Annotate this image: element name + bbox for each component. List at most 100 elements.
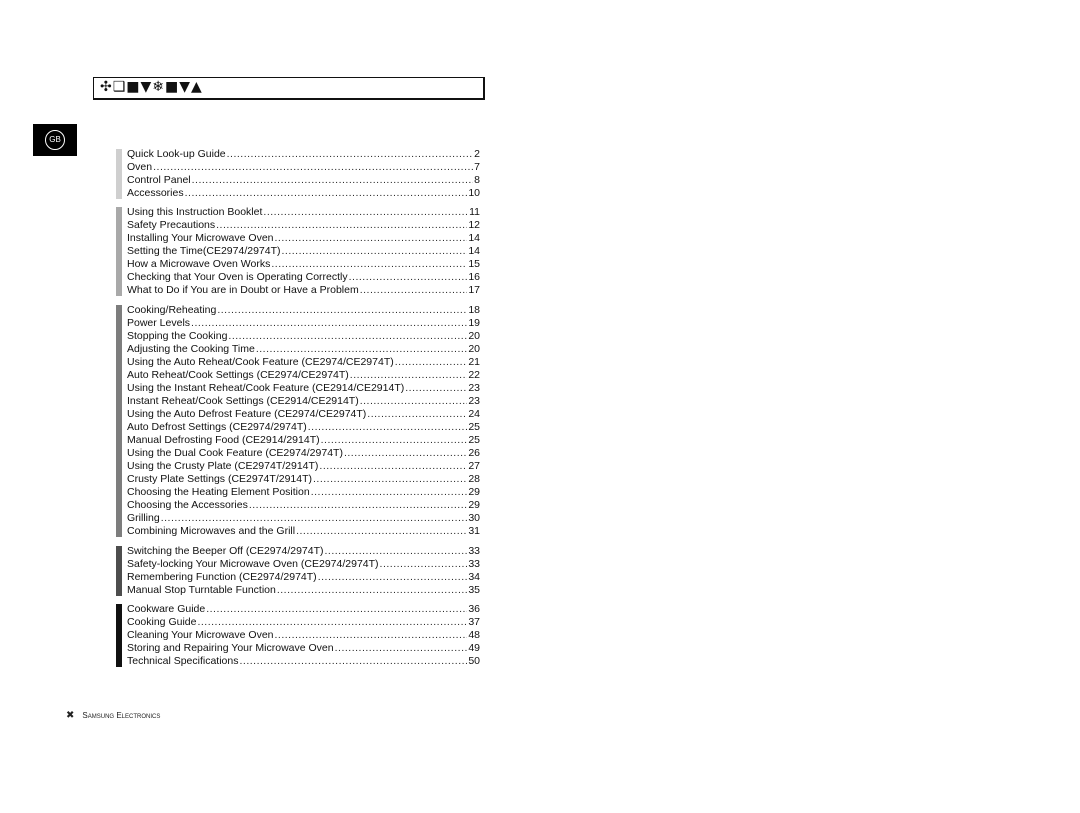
dot-leader xyxy=(161,512,468,525)
toc-entry[interactable]: Using the Auto Reheat/Cook Feature (CE29… xyxy=(127,356,480,369)
dot-leader xyxy=(192,174,474,187)
toc-entry[interactable]: Safety Precautions 12 xyxy=(127,219,480,232)
toc-entry[interactable]: Auto Reheat/Cook Settings (CE2974/CE2974… xyxy=(127,369,480,382)
footer: ✖ SAMSUNG ELECTRONICS xyxy=(66,710,160,721)
entry-page: 8 xyxy=(474,174,480,186)
entry-page: 28 xyxy=(468,473,480,485)
section-title-box: ✣❑■▼❄■▼▲ xyxy=(93,77,485,100)
entry-title: Manual Defrosting Food (CE2914/2914T) xyxy=(127,434,321,447)
toc-entry[interactable]: Storing and Repairing Your Microwave Ove… xyxy=(127,642,480,655)
toc-entry[interactable]: Remembering Function (CE2974/2974T) 34 xyxy=(127,571,480,584)
toc-entry[interactable]: Technical Specifications 50 xyxy=(127,655,480,668)
dot-leader xyxy=(318,571,468,584)
entry-page: 12 xyxy=(468,219,480,231)
entry-page: 30 xyxy=(468,512,480,524)
entry-page: 25 xyxy=(468,421,480,433)
toc-group: Quick Look-up Guide2Oven7Control Panel 8A… xyxy=(116,148,480,200)
entry-title: Cookware Guide xyxy=(127,603,207,616)
dot-leader xyxy=(296,525,467,538)
toc-entry[interactable]: Setting the Time(CE2974/2974T) 14 xyxy=(127,245,480,258)
toc-entry[interactable]: Combining Microwaves and the Grill 31 xyxy=(127,525,480,538)
dot-leader xyxy=(319,460,467,473)
toc-entry[interactable]: Switching the Beeper Off (CE2974/2974T) 3… xyxy=(127,545,480,558)
entry-page: 19 xyxy=(468,317,480,329)
toc-entry[interactable]: Choosing the Heating Element Position 29 xyxy=(127,486,480,499)
language-badge-label: GB xyxy=(45,130,65,150)
group-marker-bar xyxy=(116,207,122,296)
entry-page: 36 xyxy=(468,603,480,615)
entry-title: Setting the Time(CE2974/2974T) xyxy=(127,245,282,258)
toc-entry[interactable]: Cleaning Your Microwave Oven 48 xyxy=(127,629,480,642)
entry-title: Adjusting the Cooking Time xyxy=(127,343,256,356)
toc-entry[interactable]: Cooking Guide 37 xyxy=(127,616,480,629)
toc-entry[interactable]: Using the Dual Cook Feature (CE2974/2974… xyxy=(127,447,480,460)
dot-leader xyxy=(395,356,468,369)
entry-title: Quick Look-up Guide xyxy=(127,148,227,161)
toc-entry[interactable]: Checking that Your Oven is Operating Cor… xyxy=(127,271,480,284)
dot-leader xyxy=(405,382,467,395)
toc-entry[interactable]: Stopping the Cooking 20 xyxy=(127,330,480,343)
entry-title: Control Panel xyxy=(127,174,192,187)
toc-group: Cookware Guide 36Cooking Guide37Cleaning … xyxy=(116,603,480,668)
entry-title: Using the Crusty Plate (CE2974T/2914T) xyxy=(127,460,320,473)
entry-title: Combining Microwaves and the Grill xyxy=(127,525,297,538)
dot-leader xyxy=(275,232,468,245)
toc-entry[interactable]: Oven 7 xyxy=(127,161,480,174)
entry-page: 11 xyxy=(469,206,480,218)
dot-leader xyxy=(239,655,467,668)
entry-title: Safety Precautions xyxy=(127,219,217,232)
entry-title: Grilling xyxy=(127,512,161,525)
toc-entry[interactable]: Manual Stop Turntable Function 35 xyxy=(127,584,480,597)
group-marker-bar xyxy=(116,546,122,596)
entry-title: Cleaning Your Microwave Oven xyxy=(127,629,275,642)
toc-entry[interactable]: Choosing the Accessories 29 xyxy=(127,499,480,512)
entry-page: 10 xyxy=(468,187,480,199)
entry-page: 14 xyxy=(468,232,480,244)
dot-leader xyxy=(206,603,467,616)
entry-page: 31 xyxy=(468,525,480,537)
toc-entry[interactable]: Auto Defrost Settings (CE2974/2974T) 25 xyxy=(127,421,480,434)
entry-title: Manual Stop Turntable Function xyxy=(127,584,277,597)
entry-title: Technical Specifications xyxy=(127,655,240,668)
toc-entry[interactable]: Accessories 10 xyxy=(127,187,480,200)
language-badge: GB xyxy=(33,124,77,156)
dot-leader xyxy=(185,187,468,200)
toc-entry[interactable]: Grilling 30 xyxy=(127,512,480,525)
toc-entry[interactable]: Using this Instruction Booklet 11 xyxy=(127,206,480,219)
entry-title: Power Levels xyxy=(127,317,192,330)
toc-entry[interactable]: Installing Your Microwave Oven 14 xyxy=(127,232,480,245)
toc-entry[interactable]: Cookware Guide 36 xyxy=(127,603,480,616)
toc-entry[interactable]: What to Do if You are in Doubt or Have a… xyxy=(127,284,480,297)
entry-page: 29 xyxy=(468,499,480,511)
toc-entry[interactable]: Quick Look-up Guide 2 xyxy=(127,148,480,161)
dot-leader xyxy=(249,499,467,512)
entry-title: Cooking/Reheating xyxy=(127,304,218,317)
toc-entry[interactable]: Cooking/Reheating 18 xyxy=(127,304,480,317)
entry-title: Instant Reheat/Cook Settings (CE2914/CE2… xyxy=(127,395,360,408)
toc-entry[interactable]: Crusty Plate Settings (CE2974T/2914T) 28 xyxy=(127,473,480,486)
dot-leader xyxy=(282,245,468,258)
dot-leader xyxy=(380,558,468,571)
toc-entry[interactable]: Using the Crusty Plate (CE2974T/2914T) 27 xyxy=(127,460,480,473)
toc-entry[interactable]: Safety-locking Your Microwave Oven (CE29… xyxy=(127,558,480,571)
entry-title: Storing and Repairing Your Microwave Ove… xyxy=(127,642,335,655)
toc-entry[interactable]: Manual Defrosting Food (CE2914/2914T) 25 xyxy=(127,434,480,447)
toc-entry[interactable]: How a Microwave Oven Works 15 xyxy=(127,258,480,271)
dot-leader xyxy=(325,545,468,558)
toc-entry[interactable]: Control Panel 8 xyxy=(127,174,480,187)
entry-title: Safety-locking Your Microwave Oven (CE29… xyxy=(127,558,380,571)
toc-entry[interactable]: Power Levels 19 xyxy=(127,317,480,330)
toc-group: Using this Instruction Booklet11Safety P… xyxy=(116,206,480,297)
toc-entry[interactable]: Adjusting the Cooking Time 20 xyxy=(127,343,480,356)
entry-page: 22 xyxy=(468,369,480,381)
toc-entry[interactable]: Using the Auto Defrost Feature (CE2974/C… xyxy=(127,408,480,421)
toc-group: Switching the Beeper Off (CE2974/2974T) 3… xyxy=(116,545,480,597)
entry-title: Auto Defrost Settings (CE2974/2974T) xyxy=(127,421,308,434)
dot-leader xyxy=(271,258,467,271)
dot-leader xyxy=(153,161,473,174)
dot-leader xyxy=(217,304,467,317)
entry-page: 17 xyxy=(468,284,480,296)
dot-leader xyxy=(216,219,467,232)
toc-entry[interactable]: Using the Instant Reheat/Cook Feature (C… xyxy=(127,382,480,395)
toc-entry[interactable]: Instant Reheat/Cook Settings (CE2914/CE2… xyxy=(127,395,480,408)
